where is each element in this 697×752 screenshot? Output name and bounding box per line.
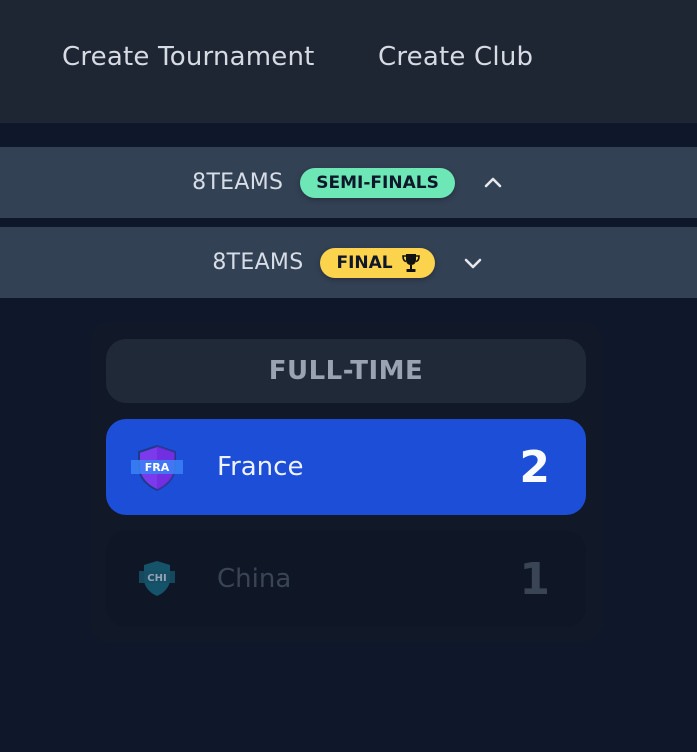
team-name: France [217, 452, 304, 482]
round-team-count: 8TEAMS [212, 250, 304, 275]
team-abbr: CHI [147, 573, 166, 584]
team-crest-icon: FRA [128, 443, 186, 493]
round-team-count: 8TEAMS [192, 170, 284, 195]
round-header-semi-finals[interactable]: 8TEAMS SEMI-FINALS [0, 147, 697, 218]
match-status-label: FULL-TIME [268, 356, 424, 386]
match-status: FULL-TIME [106, 339, 586, 403]
create-tournament-link[interactable]: Create Tournament [62, 42, 315, 72]
chevron-up-icon[interactable] [481, 171, 505, 195]
team-row-away[interactable]: CHI China 1 [106, 531, 586, 627]
badge-label: SEMI-FINALS [316, 172, 439, 193]
round-stage-badge: SEMI-FINALS [300, 167, 455, 198]
team-name: China [217, 564, 292, 594]
create-club-link[interactable]: Create Club [378, 42, 533, 72]
team-crest-icon: CHI [128, 555, 186, 605]
team-row-home[interactable]: FRA France 2 [106, 419, 586, 515]
round-header-final[interactable]: 8TEAMS FINAL [0, 227, 697, 298]
team-score: 1 [519, 554, 550, 605]
chevron-down-icon[interactable] [461, 251, 485, 275]
team-abbr: FRA [145, 461, 170, 474]
trophy-icon [401, 252, 421, 274]
badge-label: FINAL [336, 252, 393, 273]
top-navigation: Create Tournament Create Club [0, 0, 697, 123]
round-stage-badge: FINAL [320, 247, 435, 278]
team-score: 2 [519, 442, 550, 493]
